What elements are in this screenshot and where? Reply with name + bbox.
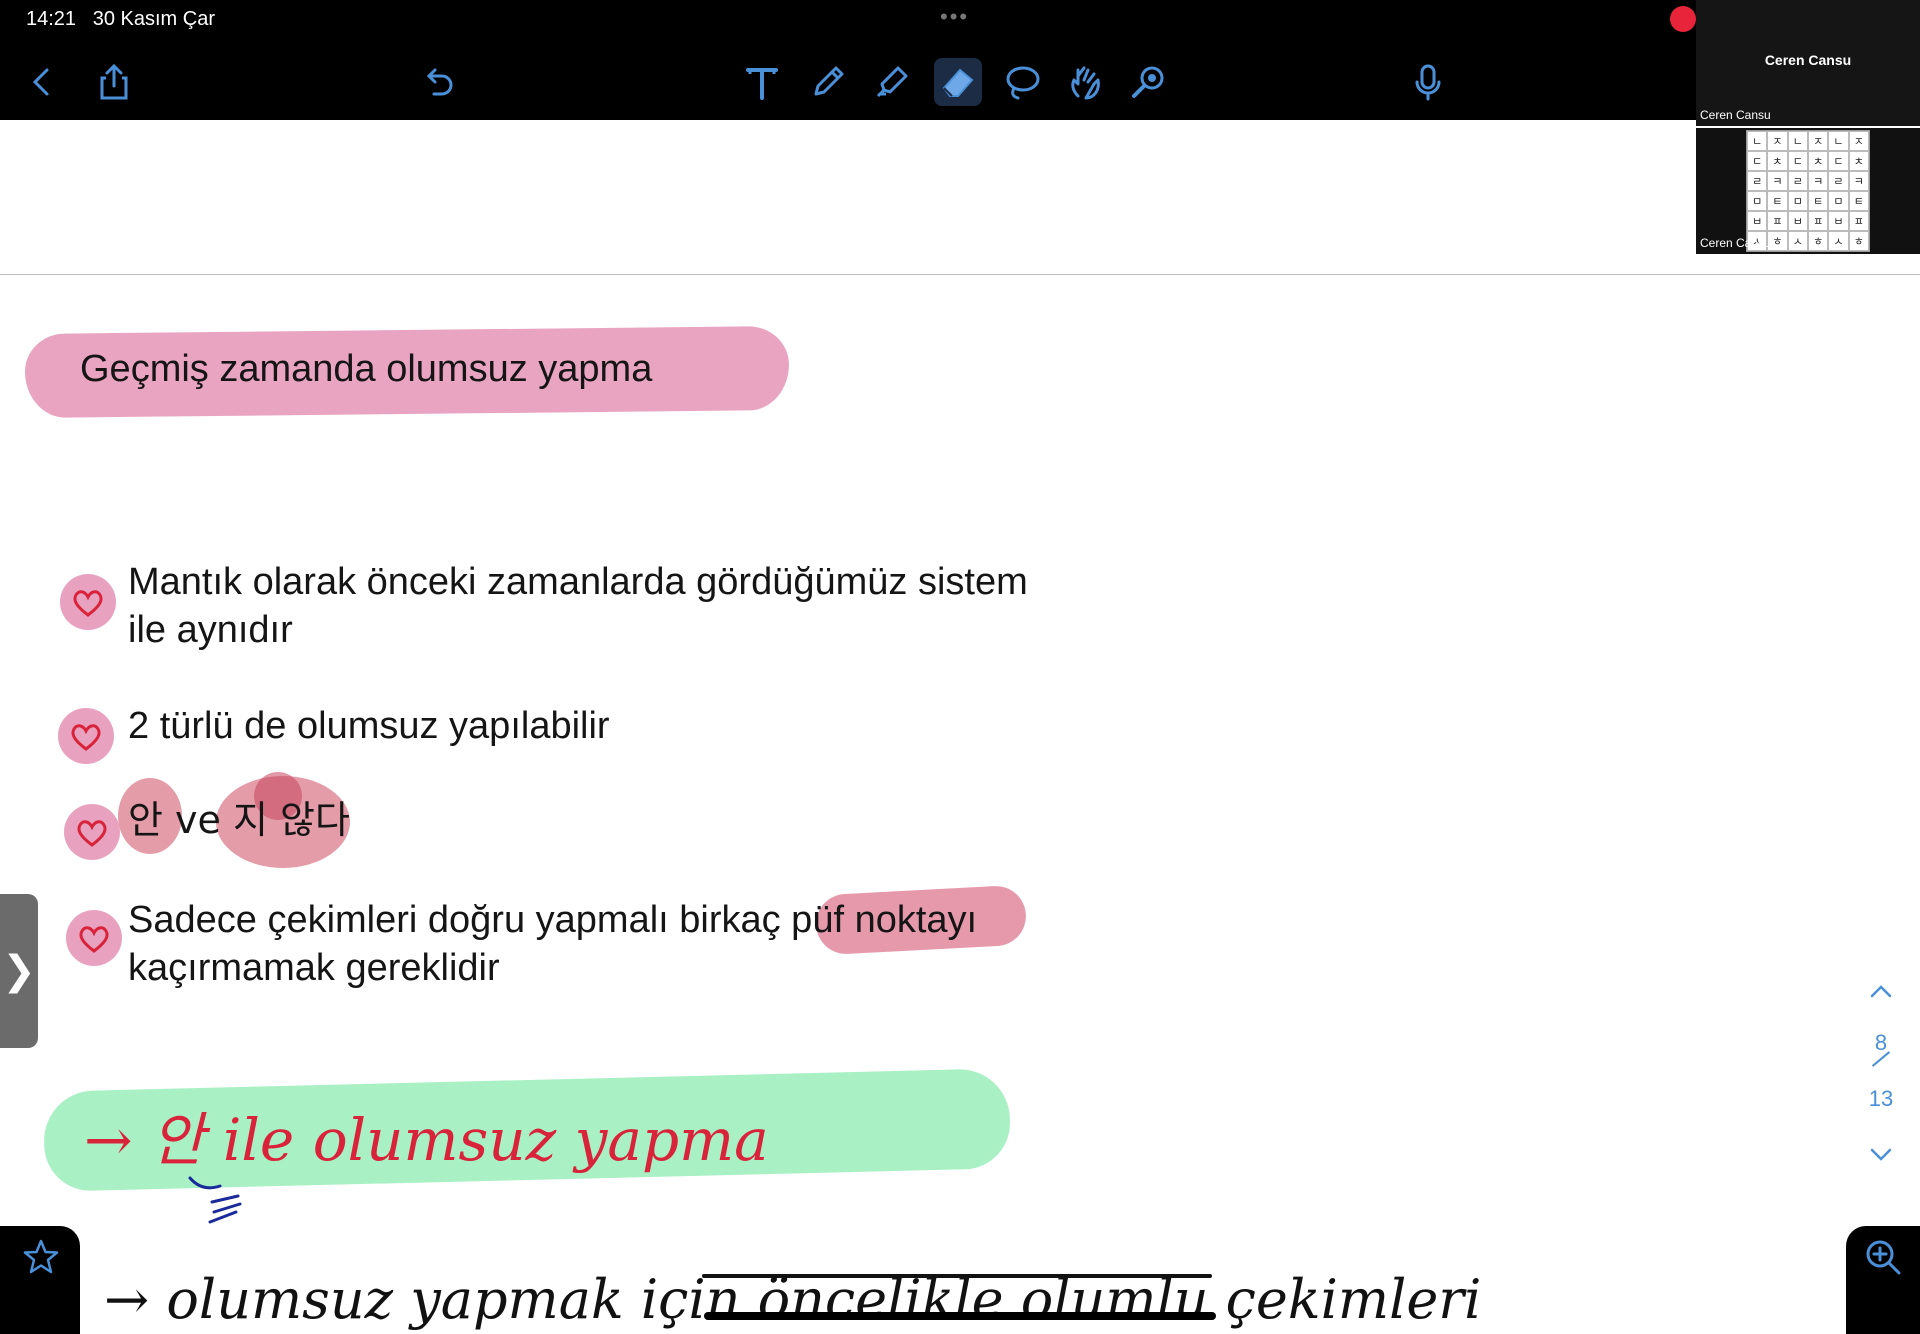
bullet-heart bbox=[64, 804, 120, 860]
hangul-cell: ㅅ bbox=[1828, 231, 1849, 251]
bullet-1-line-1: Mantık olarak önceki zamanlarda gördüğüm… bbox=[128, 561, 1028, 603]
bullet-heart bbox=[66, 910, 122, 966]
total-pages: 13 bbox=[1868, 1086, 1894, 1111]
eraser-tool-button[interactable] bbox=[934, 58, 982, 106]
hangul-cell: ㅎ bbox=[1848, 231, 1869, 251]
hangul-cell: ㄴ bbox=[1828, 131, 1849, 151]
lasso-icon bbox=[1006, 66, 1040, 100]
hangul-cell: ㅍ bbox=[1767, 211, 1788, 231]
current-page: 8 bbox=[1874, 1030, 1888, 1055]
hangul-cell: ㅂ bbox=[1747, 211, 1768, 231]
heart-icon bbox=[73, 590, 103, 617]
hangul-cell: ㅁ bbox=[1828, 191, 1849, 211]
hangul-cell: ㄷ bbox=[1747, 151, 1768, 171]
hangul-cell: ㅎ bbox=[1808, 231, 1829, 251]
bullet-heart bbox=[60, 574, 116, 630]
hangul-cell: ㅌ bbox=[1767, 191, 1788, 211]
heart-icon bbox=[77, 820, 107, 847]
page-divider bbox=[0, 274, 1920, 275]
heart-icon bbox=[79, 926, 109, 953]
zoom-in-icon bbox=[1866, 1240, 1901, 1275]
hangul-cell: ㄹ bbox=[1747, 171, 1768, 191]
recording-indicator bbox=[1670, 6, 1696, 32]
participant-label: Ceren Cansu bbox=[1700, 236, 1771, 250]
video-shared-screen-tile[interactable]: ㄴㅈㄴㅈㄴㅈㄷㅊㄷㅊㄷㅊㄹㅋㄹㅋㄹㅋㅁㅌㅁㅌㅁㅌㅂㅍㅂㅍㅂㅍㅅㅎㅅㅎㅅㅎ Cer… bbox=[1696, 128, 1920, 254]
microphone-button[interactable] bbox=[1404, 58, 1452, 106]
back-button[interactable] bbox=[18, 58, 66, 106]
share-button[interactable] bbox=[90, 58, 138, 106]
lasso-tool-button[interactable] bbox=[998, 58, 1046, 106]
share-icon bbox=[100, 63, 128, 100]
bullet-2-line-1: 2 türlü de olumsuz yapılabilir bbox=[128, 705, 610, 747]
microphone-icon bbox=[1415, 64, 1441, 101]
pen-tool-button[interactable] bbox=[804, 58, 852, 106]
hangul-cell: ㄴ bbox=[1787, 131, 1808, 151]
eraser-icon bbox=[942, 68, 974, 97]
hangul-cell: ㅈ bbox=[1808, 131, 1829, 151]
hangul-cell: ㅋ bbox=[1767, 171, 1788, 191]
bullet-1-line-2: ile aynıdır bbox=[128, 609, 293, 651]
chevron-left-icon bbox=[32, 68, 49, 96]
chevron-right-icon: ❯ bbox=[2, 949, 36, 993]
page-up-icon[interactable] bbox=[1868, 978, 1894, 1004]
participant-label: Ceren Cansu bbox=[1700, 108, 1771, 122]
hangul-cell: ㅊ bbox=[1767, 151, 1788, 171]
hangul-cell: ㅂ bbox=[1787, 211, 1808, 231]
participant-name: Ceren Cansu bbox=[1764, 52, 1852, 68]
hangul-cell: ㄹ bbox=[1828, 171, 1849, 191]
favorite-button[interactable] bbox=[0, 1226, 80, 1334]
heart-icon bbox=[71, 724, 101, 751]
hangul-cell: ㅈ bbox=[1767, 131, 1788, 151]
hangul-cell: ㅂ bbox=[1828, 211, 1849, 231]
hangul-cell: ㅅ bbox=[1787, 231, 1808, 251]
status-time: 14:21 30 Kasım Çar bbox=[26, 8, 215, 30]
hangul-cell: ㅌ bbox=[1848, 191, 1869, 211]
undo-icon bbox=[426, 68, 453, 96]
bullet-3-line-1: 안 ve 지 않다 bbox=[128, 798, 350, 842]
hangul-cell: ㅋ bbox=[1848, 171, 1869, 191]
hangul-cell: ㅍ bbox=[1848, 211, 1869, 231]
star-icon bbox=[23, 1239, 59, 1274]
video-participant-tile[interactable]: Ceren Cansu Ceren Cansu bbox=[1696, 0, 1920, 126]
bullet-4-line-2: kaçırmamak gereklidir bbox=[128, 947, 500, 989]
hangul-cell: ㅊ bbox=[1848, 151, 1869, 171]
hand-icon bbox=[1071, 66, 1100, 100]
hangul-cell: ㄷ bbox=[1828, 151, 1849, 171]
bullet-heart bbox=[58, 708, 114, 764]
hangul-cell: ㄷ bbox=[1787, 151, 1808, 171]
hangul-cell: ㅈ bbox=[1848, 131, 1869, 151]
status-date: 30 Kasım Çar bbox=[92, 8, 215, 30]
sidebar-drawer-tab[interactable]: ❯ bbox=[0, 894, 38, 1048]
highlighter-tool-button[interactable] bbox=[868, 58, 916, 106]
hangul-cell: ㅊ bbox=[1808, 151, 1829, 171]
hangul-chart: ㄴㅈㄴㅈㄴㅈㄷㅊㄷㅊㄷㅊㄹㅋㄹㅋㄹㅋㅁㅌㅁㅌㅁㅌㅂㅍㅂㅍㅂㅍㅅㅎㅅㅎㅅㅎ bbox=[1746, 130, 1870, 252]
multitask-dots[interactable]: ••• bbox=[940, 4, 969, 30]
text-tool-icon bbox=[746, 68, 778, 100]
hangul-cell: ㄹ bbox=[1787, 171, 1808, 191]
zoom-button[interactable] bbox=[1846, 1226, 1920, 1334]
pen-icon bbox=[814, 66, 844, 96]
bullet-4-line-1: Sadece çekimleri doğru yapmalı birkaç pü… bbox=[128, 899, 978, 941]
hangul-cell: ㅍ bbox=[1808, 211, 1829, 231]
hangul-cell: ㄴ bbox=[1747, 131, 1768, 151]
top-toolbar: 14:21 30 Kasım Çar ••• bbox=[0, 0, 1920, 120]
page-down-icon[interactable] bbox=[1868, 1142, 1894, 1168]
highlighter-icon bbox=[876, 66, 908, 98]
hangul-cell: ㅌ bbox=[1808, 191, 1829, 211]
home-indicator[interactable] bbox=[704, 1312, 1216, 1320]
hangul-cell: ㅁ bbox=[1747, 191, 1768, 211]
text-tool-button[interactable] bbox=[738, 58, 786, 106]
hangul-cell: ㅋ bbox=[1808, 171, 1829, 191]
laser-pointer-button[interactable] bbox=[1124, 58, 1172, 106]
note-heading: Geçmiş zamanda olumsuz yapma bbox=[80, 348, 653, 390]
undo-button[interactable] bbox=[414, 58, 462, 106]
hand-tool-button[interactable] bbox=[1062, 58, 1110, 106]
hangul-cell: ㅁ bbox=[1787, 191, 1808, 211]
laser-pointer-icon bbox=[1132, 66, 1164, 98]
